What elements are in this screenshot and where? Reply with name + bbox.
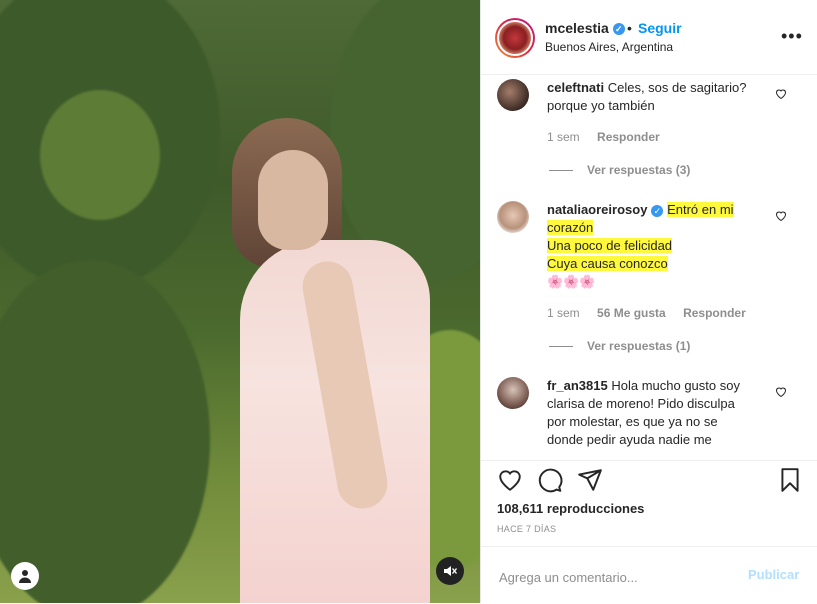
commenter-avatar[interactable]: [497, 377, 529, 409]
post-side-panel: mcelestia ✓ • Seguir Buenos Aires, Argent…: [480, 0, 817, 603]
person-face: [258, 150, 328, 250]
comment-line: Cuya causa conozco: [547, 256, 668, 271]
foliage: [330, 0, 480, 280]
foliage: [0, 260, 210, 603]
volume-muted-icon: [444, 566, 458, 576]
comment-line: porque yo también: [547, 98, 655, 113]
reply-button[interactable]: Responder: [683, 306, 746, 320]
tagged-users-button[interactable]: [11, 562, 39, 590]
view-replies-label: Ver respuestas (1): [587, 339, 691, 353]
separator-dot: •: [627, 20, 632, 36]
commenter-username[interactable]: celeftnati: [547, 80, 604, 95]
comment-icon[interactable]: [537, 467, 563, 493]
comment-time[interactable]: 1 sem: [547, 306, 580, 320]
comment-text: fr_an3815 Hola mucho gusto soy clarisa d…: [547, 377, 775, 449]
comment-text: celeftnati Celes, sos de sagitario? porq…: [547, 79, 775, 115]
commenter-username[interactable]: nataliaoreirosoy: [547, 202, 647, 217]
verified-badge-icon: ✓: [651, 204, 664, 217]
verified-badge-icon: ✓: [612, 23, 625, 36]
mute-button[interactable]: [436, 557, 464, 585]
comment-line: donde pedir ayuda nadie me: [547, 432, 712, 447]
post-actions: 108,611 reproducciones HACE 7 DÍAS: [481, 460, 817, 547]
add-comment-input[interactable]: [497, 567, 721, 587]
comment-text: nataliaoreirosoy ✓ Entró en mi corazón Un…: [547, 201, 775, 291]
view-replies-button[interactable]: Ver respuestas (1): [549, 339, 690, 353]
comment-line: Hola mucho gusto soy: [611, 378, 740, 393]
like-comment-icon[interactable]: [775, 210, 787, 222]
view-replies-button[interactable]: Ver respuestas (3): [549, 163, 690, 177]
comment-line: Celes, sos de sagitario?: [607, 80, 747, 95]
post-time[interactable]: HACE 7 DÍAS: [497, 524, 556, 534]
like-comment-icon[interactable]: [775, 88, 787, 100]
user-icon: [19, 570, 31, 583]
add-comment-bar: Publicar: [481, 546, 817, 604]
author-username-row[interactable]: mcelestia ✓: [545, 20, 625, 36]
comment-emoji-line: 🌸🌸🌸: [547, 274, 596, 289]
comment-line: por molestar, es que ya no se: [547, 414, 718, 429]
comment-line: Entró en mi: [667, 202, 734, 217]
author-avatar[interactable]: [495, 18, 535, 58]
share-icon[interactable]: [577, 467, 603, 493]
publish-button[interactable]: Publicar: [748, 567, 799, 582]
post-header: mcelestia ✓ • Seguir Buenos Aires, Argent…: [481, 0, 817, 75]
comment-line: Una poco de felicidad: [547, 238, 673, 253]
commenter-avatar[interactable]: [497, 201, 529, 233]
comment-line: corazón: [547, 220, 594, 235]
comments-list[interactable]: celeftnati Celes, sos de sagitario? porq…: [481, 75, 817, 460]
comment-line: clarisa de moreno! Pido disculpa: [547, 396, 735, 411]
comment-meta: 1 sem Responder: [547, 130, 674, 144]
commenter-avatar[interactable]: [497, 79, 529, 111]
video-player[interactable]: [0, 0, 480, 603]
heart-icon[interactable]: [497, 467, 523, 493]
like-comment-icon[interactable]: [775, 386, 787, 398]
commenter-username[interactable]: fr_an3815: [547, 378, 608, 393]
view-replies-label: Ver respuestas (3): [587, 163, 691, 177]
comment-likes[interactable]: 56 Me gusta: [597, 306, 666, 320]
more-options-icon[interactable]: •••: [781, 26, 803, 47]
foliage: [40, 90, 160, 220]
reply-button[interactable]: Responder: [597, 130, 660, 144]
comment-time[interactable]: 1 sem: [547, 130, 580, 144]
comment-meta: 1 sem 56 Me gusta Responder: [547, 306, 760, 320]
bookmark-icon[interactable]: [777, 467, 803, 493]
author-username[interactable]: mcelestia: [545, 20, 609, 36]
follow-button[interactable]: Seguir: [638, 20, 682, 36]
view-count[interactable]: 108,611 reproducciones: [497, 501, 644, 516]
post-location[interactable]: Buenos Aires, Argentina: [545, 40, 673, 54]
